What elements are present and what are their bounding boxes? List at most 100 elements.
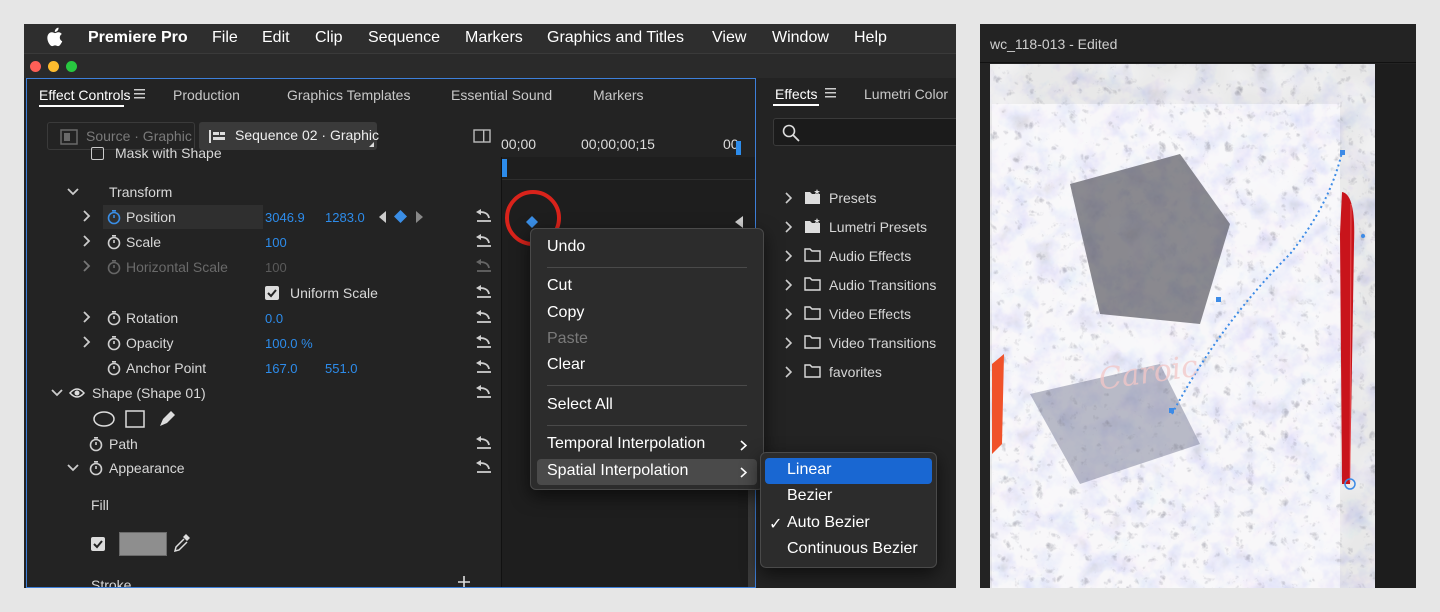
chevron-down-icon[interactable] (51, 389, 63, 397)
position-row[interactable]: Position 3046.9 1283.0 (27, 205, 501, 230)
artwork-canvas[interactable]: Caroic (990, 64, 1416, 588)
prev-keyframe-icon[interactable] (379, 211, 386, 223)
tab-essential-sound[interactable]: Essential Sound (451, 87, 552, 103)
next-keyframe-icon[interactable] (416, 211, 423, 223)
fill-checkbox[interactable] (91, 537, 105, 551)
tab-effect-controls[interactable]: Effect Controls (39, 87, 131, 103)
chevron-right-icon[interactable] (785, 279, 792, 291)
minimize-window-button[interactable] (48, 61, 59, 72)
tab-production[interactable]: Production (173, 87, 240, 103)
submenu-item-bezier[interactable]: Bezier (765, 484, 932, 510)
transform-row[interactable]: Transform (27, 180, 501, 205)
menu-sequence[interactable]: Sequence (368, 29, 440, 47)
chevron-right-icon[interactable] (785, 192, 792, 204)
menu-item-select-all[interactable]: Select All (537, 393, 757, 419)
menu-item-spatial-interpolation[interactable]: Spatial Interpolation (537, 459, 757, 485)
panel-menu-icon[interactable] (134, 89, 145, 99)
keyframe-nav-left-icon[interactable] (735, 216, 743, 228)
path-anchor[interactable] (1340, 150, 1345, 155)
chevron-right-icon[interactable] (785, 250, 792, 262)
toggle-timeline-icon[interactable] (473, 129, 491, 143)
path-row[interactable]: Path (27, 432, 501, 457)
reset-icon[interactable] (473, 436, 493, 452)
menu-markers[interactable]: Markers (465, 29, 523, 47)
tab-markers[interactable]: Markers (593, 87, 644, 103)
anchor-point-row[interactable]: Anchor Point 167.0 551.0 (27, 356, 501, 381)
rotation-value[interactable]: 0.0 (265, 311, 283, 326)
chevron-right-icon[interactable] (83, 235, 91, 247)
fill-color-swatch[interactable] (119, 532, 167, 556)
menu-clip[interactable]: Clip (315, 29, 343, 47)
stopwatch-icon[interactable] (89, 436, 103, 452)
menu-edit[interactable]: Edit (262, 29, 290, 47)
effects-search-input[interactable] (773, 118, 956, 146)
apple-icon[interactable] (46, 27, 63, 47)
submenu-item-auto-bezier[interactable]: ✓ Auto Bezier (765, 511, 932, 537)
chevron-right-icon[interactable] (785, 308, 792, 320)
eyedropper-icon[interactable] (173, 533, 191, 553)
chevron-right-icon[interactable] (785, 366, 792, 378)
rectangle-tool-icon[interactable] (125, 410, 145, 428)
rotation-row[interactable]: Rotation 0.0 (27, 306, 501, 331)
reset-icon[interactable] (473, 310, 493, 326)
reset-icon[interactable] (473, 335, 493, 351)
chevron-right-icon[interactable] (83, 311, 91, 323)
scrollbar[interactable] (748, 487, 755, 587)
tab-effects[interactable]: Effects (775, 86, 818, 102)
position-x-value[interactable]: 3046.9 (265, 210, 305, 225)
stopwatch-icon[interactable] (107, 335, 121, 351)
add-keyframe-icon[interactable] (394, 210, 407, 223)
menu-item-clear[interactable]: Clear (537, 353, 757, 379)
menu-window[interactable]: Window (772, 29, 829, 47)
opacity-value[interactable]: 100.0 % (265, 336, 313, 351)
menu-view[interactable]: View (712, 29, 746, 47)
out-point-marker[interactable] (736, 141, 741, 155)
reset-icon[interactable] (473, 285, 493, 301)
anchor-y-value[interactable]: 551.0 (325, 361, 358, 376)
add-stroke-icon[interactable] (458, 576, 470, 588)
menu-graphics-and-titles[interactable]: Graphics and Titles (547, 29, 684, 47)
stopwatch-icon[interactable] (107, 360, 121, 376)
chevron-down-icon[interactable] (67, 464, 79, 472)
pen-tool-icon[interactable] (157, 409, 177, 429)
eye-icon[interactable] (69, 387, 85, 399)
menu-item-undo[interactable]: Undo (537, 235, 757, 261)
reset-icon[interactable] (473, 385, 493, 401)
sequence-graphic-button[interactable]: Sequence 02 · Graphic (199, 122, 379, 150)
reset-icon[interactable] (473, 460, 493, 476)
stopwatch-icon[interactable] (89, 460, 103, 476)
chevron-right-icon[interactable] (83, 210, 91, 222)
reset-icon[interactable] (473, 209, 493, 225)
position-y-value[interactable]: 1283.0 (325, 210, 365, 225)
path-anchor[interactable] (1169, 408, 1174, 413)
menu-file[interactable]: File (212, 29, 238, 47)
stopwatch-icon[interactable] (107, 209, 121, 225)
menu-item-copy[interactable]: Copy (537, 301, 757, 327)
tab-lumetri-color[interactable]: Lumetri Color (864, 86, 948, 102)
opacity-row[interactable]: Opacity 100.0 % (27, 331, 501, 356)
ellipse-tool-icon[interactable] (93, 411, 115, 427)
chevron-right-icon[interactable] (785, 337, 792, 349)
mask-checkbox[interactable] (91, 147, 104, 160)
chevron-right-icon[interactable] (83, 336, 91, 348)
close-window-button[interactable] (30, 61, 41, 72)
panel-menu-icon[interactable] (825, 88, 836, 98)
shape-row[interactable]: Shape (Shape 01) (27, 381, 501, 406)
menu-help[interactable]: Help (854, 29, 887, 47)
submenu-item-continuous-bezier[interactable]: Continuous Bezier (765, 537, 932, 563)
timeline-ruler[interactable]: 00;00 00;00;00;15 00 (501, 129, 755, 157)
chevron-right-icon[interactable] (785, 221, 792, 233)
stopwatch-icon[interactable] (107, 310, 121, 326)
chevron-down-icon[interactable] (67, 188, 79, 196)
anchor-x-value[interactable]: 167.0 (265, 361, 298, 376)
uniform-scale-row[interactable]: Uniform Scale (27, 281, 501, 306)
reset-icon[interactable] (473, 360, 493, 376)
app-menu[interactable]: Premiere Pro (88, 29, 188, 47)
reset-icon[interactable] (473, 234, 493, 250)
menu-item-cut[interactable]: Cut (537, 274, 757, 300)
submenu-item-linear[interactable]: Linear (765, 458, 932, 484)
playhead[interactable] (502, 159, 507, 177)
uniform-scale-checkbox[interactable] (265, 286, 279, 300)
appearance-row[interactable]: Appearance (27, 456, 501, 481)
zoom-window-button[interactable] (66, 61, 77, 72)
